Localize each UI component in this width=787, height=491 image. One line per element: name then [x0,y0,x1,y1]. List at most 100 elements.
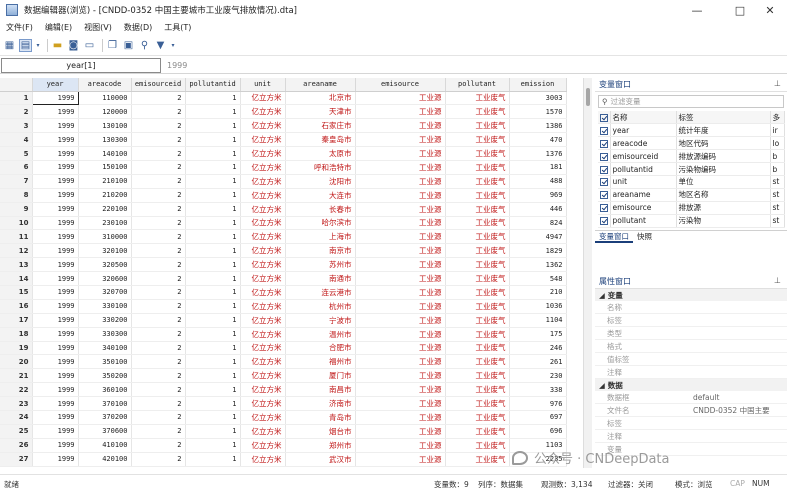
pin-icon[interactable]: ⊥ [774,79,781,88]
cell-pollutantid[interactable]: 1 [185,341,241,356]
column-header-pollutant[interactable]: pollutant [445,78,510,92]
row-number[interactable]: 22 [0,382,33,398]
cell-emission[interactable]: 1386 [509,118,567,134]
cell-emisource[interactable]: 工业源 [355,368,446,384]
cell-pollutant[interactable]: 工业废气 [445,271,510,286]
cell-areaname[interactable]: 沈阳市 [285,174,356,189]
cell-emission[interactable]: 246 [509,341,567,356]
cell-emisourceid[interactable]: 2 [131,174,186,189]
cell-emission[interactable]: 181 [509,160,567,175]
variable-checkbox[interactable] [598,162,611,176]
cell-areacode[interactable]: 360100 [78,382,132,398]
cell-emisource[interactable]: 工业源 [355,229,446,245]
properties-section-variable[interactable]: ◢ 变量 [595,289,787,301]
cell-areaname[interactable]: 南京市 [285,243,356,259]
cell-pollutant[interactable]: 工业废气 [445,354,510,370]
cell-pollutant[interactable]: 工业废气 [445,229,510,245]
cell-pollutantid[interactable]: 1 [185,354,241,370]
cell-unit[interactable]: 亿立方米 [240,91,286,106]
row-number[interactable]: 26 [0,438,33,453]
property-row[interactable]: 类型 [595,327,787,340]
cell-areacode[interactable]: 120000 [78,104,132,120]
cell-pollutantid[interactable]: 1 [185,160,241,175]
print-icon[interactable]: ▭ [83,39,96,52]
cell-areacode[interactable]: 350100 [78,354,132,370]
cell-areaname[interactable]: 郑州市 [285,438,356,453]
cell-areacode[interactable]: 110000 [78,91,132,106]
cell-unit[interactable]: 亿立方米 [240,132,286,148]
cell-emisource[interactable]: 工业源 [355,327,446,342]
cell-year[interactable]: 1999 [32,118,79,134]
variable-row[interactable]: year 统计年度 ir [598,123,785,138]
cell-emission[interactable]: 976 [509,396,567,411]
row-number[interactable]: 19 [0,341,33,356]
table-row[interactable]: 20 1999 350100 2 1 亿立方米 福州市 工业源 工业废气 261 [0,354,567,370]
cell-emisourceid[interactable]: 2 [131,216,186,231]
cell-emission[interactable]: 230 [509,368,567,384]
data-table[interactable]: year areacode emisourceid pollutantid unit ar… [0,78,567,467]
cell-pollutantid[interactable]: 1 [185,104,241,120]
table-row[interactable]: 8 1999 210200 2 1 亿立方米 大连市 工业源 工业废气 969 [0,188,567,203]
row-number[interactable]: 10 [0,216,33,231]
table-row[interactable]: 16 1999 330100 2 1 亿立方米 杭州市 工业源 工业废气 1036 [0,299,567,314]
row-number[interactable]: 20 [0,354,33,370]
row-number[interactable]: 2 [0,104,33,120]
cell-emisourceid[interactable]: 2 [131,132,186,148]
var-col-type[interactable]: 多 [770,111,785,125]
column-header-emission[interactable]: emission [509,78,567,92]
cell-areaname[interactable]: 厦门市 [285,368,356,384]
cell-areacode[interactable]: 210200 [78,188,132,203]
cell-year[interactable]: 1999 [31,90,79,106]
cell-emisourceid[interactable]: 2 [131,91,186,106]
cell-pollutantid[interactable]: 1 [185,452,241,467]
cell-areacode[interactable]: 330100 [78,299,132,314]
cell-emisourceid[interactable]: 2 [131,285,186,300]
cell-emission[interactable]: 697 [509,410,567,425]
cell-value-field[interactable]: 1999 [167,61,187,70]
menu-data[interactable]: 数据(D) [124,22,152,33]
cell-pollutant[interactable]: 工业废气 [445,285,510,300]
cell-year[interactable]: 1999 [32,424,79,439]
cell-emisourceid[interactable]: 2 [131,382,186,398]
table-row[interactable]: 19 1999 340100 2 1 亿立方米 合肥市 工业源 工业废气 246 [0,341,567,356]
cell-emisourceid[interactable]: 2 [131,452,186,467]
cell-areaname[interactable]: 秦皇岛市 [285,132,356,148]
row-number[interactable]: 3 [0,118,33,134]
cell-unit[interactable]: 亿立方米 [240,146,286,161]
cell-pollutantid[interactable]: 1 [185,368,241,384]
cell-emission[interactable]: 1570 [509,104,567,120]
cell-pollutantid[interactable]: 1 [185,271,241,286]
cell-areaname[interactable]: 合肥市 [285,341,356,356]
table-row[interactable]: 1 1999 110000 2 1 亿立方米 北京市 工业源 工业废气 3003 [0,90,567,106]
cell-emisourceid[interactable]: 2 [131,229,186,245]
cell-areaname[interactable]: 宁波市 [285,313,356,328]
cell-emisource[interactable]: 工业源 [355,91,446,106]
cell-areaname[interactable]: 温州市 [285,327,356,342]
cell-pollutantid[interactable]: 1 [185,299,241,314]
row-number[interactable]: 8 [0,188,33,203]
cell-pollutant[interactable]: 工业废气 [445,341,510,356]
cell-pollutantid[interactable]: 1 [185,396,241,411]
cell-emisource[interactable]: 工业源 [355,132,446,148]
cell-pollutantid[interactable]: 1 [185,132,241,148]
cell-pollutantid[interactable]: 1 [185,243,241,259]
cell-emisource[interactable]: 工业源 [355,299,446,314]
cell-emission[interactable]: 446 [509,202,567,217]
cell-emisource[interactable]: 工业源 [355,257,446,273]
cell-pollutant[interactable]: 工业废气 [445,243,510,259]
cell-pollutantid[interactable]: 1 [185,174,241,189]
variable-checkbox[interactable] [598,201,611,215]
cell-emission[interactable]: 824 [509,216,567,231]
cell-emisourceid[interactable]: 2 [131,243,186,259]
cell-emisourceid[interactable]: 2 [131,118,186,134]
table-row[interactable]: 27 1999 420100 2 1 亿立方米 武汉市 工业源 工业废气 2235 [0,452,567,467]
tab-variables[interactable]: 变量窗口 [595,231,633,243]
cell-areacode[interactable]: 330200 [78,313,132,328]
cell-unit[interactable]: 亿立方米 [240,202,286,217]
table-row[interactable]: 11 1999 310000 2 1 亿立方米 上海市 工业源 工业废气 4947 [0,229,567,245]
row-number[interactable]: 13 [0,257,33,273]
table-row[interactable]: 12 1999 320100 2 1 亿立方米 南京市 工业源 工业废气 1829 [0,243,567,259]
cell-year[interactable]: 1999 [32,438,79,453]
cell-unit[interactable]: 亿立方米 [240,424,286,439]
cell-year[interactable]: 1999 [32,243,79,259]
